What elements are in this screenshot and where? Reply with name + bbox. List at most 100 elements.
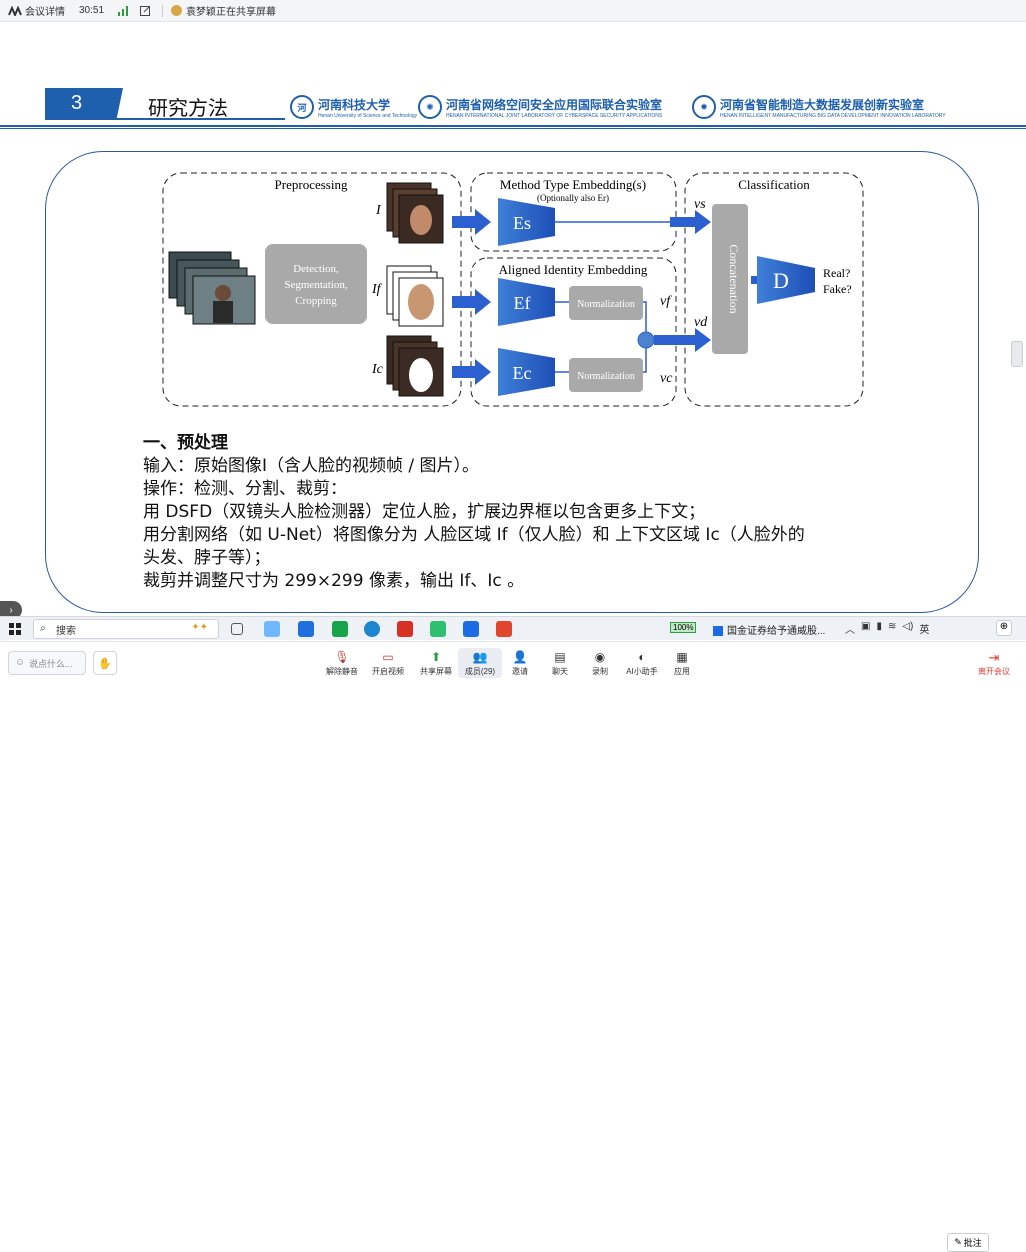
signal-icon <box>118 5 129 16</box>
label-Ic: Ic <box>371 362 384 377</box>
sharing-notice-text: 袁梦颖正在共享屏幕 <box>186 7 277 18</box>
header-rule <box>0 125 1026 129</box>
leave-meeting-label: 离开会议 <box>978 667 1010 676</box>
encoder-es-label: Es <box>513 213 531 233</box>
record-button[interactable]: ◉ 录制 <box>578 650 622 677</box>
pen-icon: ✎ <box>954 1237 962 1247</box>
windows-start-icon[interactable] <box>9 622 21 640</box>
side-panel-handle[interactable] <box>1011 341 1023 367</box>
taskbar-search[interactable]: ⌕ 搜索 ✦✦ <box>33 619 219 639</box>
invite-label: 邀请 <box>512 667 528 676</box>
encoder-ec-label: Ec <box>513 363 532 383</box>
apps-icon: ▦ <box>676 650 688 664</box>
start-video-button[interactable]: ▭ 开启视频 <box>366 650 410 677</box>
edge-browser-icon[interactable] <box>364 621 380 637</box>
apps-button[interactable]: ▦ 应用 <box>660 650 704 677</box>
meeting-app-icon[interactable] <box>463 621 479 637</box>
search-icon: ⌕ <box>40 623 46 634</box>
real-label: Real? <box>823 266 850 280</box>
volume-icon[interactable]: ◁) <box>902 621 913 636</box>
meeting-control-bar: ☺ 说点什么... ✋ 🎙 解除静音 ▭ 开启视频 ⬆ 共享屏幕 👥 成员(29) 👤 邀… <box>0 641 1026 683</box>
chat-button[interactable]: ▤ 聊天 <box>538 650 582 677</box>
logo-bigdata-sub: HENAN INTELLIGENT MANUFACTURING BIG DATA… <box>720 112 946 119</box>
invite-icon: 👤 <box>512 650 528 664</box>
difference-node <box>637 331 655 349</box>
members-button[interactable]: 👥 成员(29) <box>458 648 502 678</box>
label-If: If <box>371 282 383 297</box>
label-I: I <box>375 203 382 218</box>
record-icon: ◉ <box>594 650 606 664</box>
exit-icon: ⇥ <box>988 650 1000 665</box>
sharing-notice: 袁梦颖正在共享屏幕 <box>171 3 276 18</box>
input-language[interactable]: 英 <box>919 621 929 636</box>
sparkle-icon: ✦✦ <box>191 622 208 633</box>
slide-body-text: 一、预处理 输入：原始图像I（含人脸的视频帧 / 图片）。 操作：检测、分割、裁… <box>143 432 805 593</box>
fake-label: Fake? <box>823 282 852 296</box>
chevron-right-icon: › <box>9 604 13 616</box>
logo-bigdata-lab: ✹ 河南省智能制造大数据发展创新实验室 HENAN INTELLIGENT MAN… <box>692 95 946 119</box>
wifi-icon[interactable]: ≋ <box>888 621 896 636</box>
annotate-button[interactable]: ✎ 批注 <box>947 1233 989 1252</box>
text-line-6: 裁剪并调整尺寸为 299×299 像素，输出 If、Ic 。 <box>143 571 525 591</box>
system-tray: ︿ ▣ ▮ ≋ ◁) 英 <box>845 621 929 636</box>
bigdata-lab-icon: ✹ <box>692 95 716 119</box>
screen-icon[interactable]: ▣ <box>861 621 870 636</box>
app-lark-icon[interactable] <box>298 621 314 637</box>
apps-label: 应用 <box>674 667 690 676</box>
logo-cyberspace-sub: HENAN INTERNATIONAL JOINT LABORATORY OF … <box>446 112 663 119</box>
ai-assistant-icon: ◐ <box>638 650 646 664</box>
logo-cyberspace-lab: ✺ 河南省网络空间安全应用国际联合实验室 HENAN INTERNATIONAL … <box>418 95 662 119</box>
app-green-icon[interactable] <box>430 621 446 637</box>
method-embedding-label: Method Type Embedding(s) <box>500 177 646 192</box>
unmute-button[interactable]: 🎙 解除静音 <box>320 650 364 677</box>
share-screen-icon: ⬆ <box>430 650 442 664</box>
copy-icon[interactable] <box>140 5 151 16</box>
encoder-input-arrows <box>452 209 491 385</box>
encoder-ef-label: Ef <box>514 293 531 313</box>
ai-assistant-label: AI小助手 <box>626 667 658 676</box>
chat-icon: ▤ <box>554 650 566 664</box>
notification-ticker[interactable]: 国金证券给予通威股... <box>713 622 825 637</box>
text-line-3: 用 DSFD（双镜头人脸检测器）定位人脸，扩展边界框以包含更多上下文； <box>143 502 706 522</box>
raise-hand-icon[interactable]: ✋ <box>93 651 117 675</box>
wps-pdf-icon[interactable] <box>496 621 512 637</box>
chat-input-placeholder: 说点什么... <box>29 658 73 669</box>
app-tool-icon[interactable] <box>264 621 280 637</box>
app-wechat-icon[interactable] <box>332 621 348 637</box>
chevron-up-icon[interactable]: ︿ <box>845 621 855 636</box>
emoji-icon: ☺ <box>15 657 26 668</box>
method-embedding-sublabel: (Optionally also Er) <box>537 193 609 203</box>
share-screen-button[interactable]: ⬆ 共享屏幕 <box>414 650 458 677</box>
face-crops-If-icon <box>386 265 444 327</box>
notification-text: 国金证券给予通威股... <box>727 626 826 637</box>
preprocessing-label: Preprocessing <box>275 177 348 192</box>
unmute-label: 解除静音 <box>326 667 358 676</box>
label-vd: vd <box>694 315 708 330</box>
logo-bigdata-name: 河南省智能制造大数据发展创新实验室 <box>720 97 925 112</box>
label-vs: vs <box>694 197 706 212</box>
task-view-icon[interactable] <box>231 623 243 635</box>
meeting-top-bar: 会议详情 30:51 袁梦颖正在共享屏幕 <box>0 0 1026 22</box>
text-line-2: 操作：检测、分割、裁剪： <box>143 479 347 499</box>
section-number: 3 <box>45 88 123 118</box>
mic-icon[interactable]: ▮ <box>876 621 882 636</box>
wps-icon[interactable] <box>397 621 413 637</box>
detection-line1: Detection, <box>293 263 339 275</box>
text-line-5: 头发、脖子等）； <box>143 548 271 568</box>
input-video-frames-icon <box>168 251 256 325</box>
chat-input[interactable]: ☺ 说点什么... <box>8 651 86 675</box>
university-seal-icon: 河 <box>290 95 314 119</box>
ai-assistant-button[interactable]: ◐ AI小助手 <box>620 650 664 677</box>
meeting-details-label: 会议详情 <box>25 7 65 18</box>
classifier-d-label: D <box>773 268 789 293</box>
zoom-icon[interactable]: ⊕ <box>996 620 1012 636</box>
invite-button[interactable]: 👤 邀请 <box>498 650 542 677</box>
meeting-details-button[interactable]: 会议详情 <box>8 3 65 18</box>
leave-meeting-button[interactable]: ⇥ 离开会议 <box>976 650 1012 677</box>
chat-label: 聊天 <box>552 667 568 676</box>
record-label: 录制 <box>592 667 608 676</box>
concat-input-arrows <box>654 210 711 352</box>
section-title: 研究方法 <box>148 96 228 120</box>
logo-university: 河 河南科技大学 Henan University of Science and … <box>290 95 417 119</box>
share-screen-label: 共享屏幕 <box>420 667 452 676</box>
